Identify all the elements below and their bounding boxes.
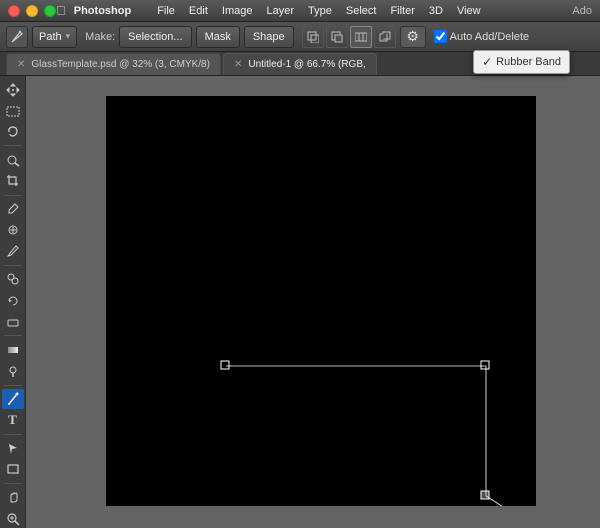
menu-edit[interactable]: Edit	[183, 3, 214, 19]
tab-close-glass[interactable]: ✕	[17, 59, 25, 70]
text-btn[interactable]: T	[2, 411, 24, 430]
quick-select-btn[interactable]	[2, 150, 24, 169]
toolbar-separator-6	[4, 434, 22, 435]
eraser-btn[interactable]	[2, 312, 24, 331]
canvas-area[interactable]	[26, 76, 600, 528]
pen-btn[interactable]	[2, 389, 24, 408]
dodge-btn[interactable]	[2, 361, 24, 380]
app-title: Photoshop	[74, 5, 131, 17]
main-area: T	[0, 76, 600, 528]
path-operations-group	[302, 26, 396, 48]
crop-btn[interactable]	[2, 172, 24, 191]
tab-label-glass: GlassTemplate.psd @ 32% (3, CMYK/8)	[31, 59, 210, 70]
rectangle-select-btn[interactable]	[2, 101, 24, 120]
rubber-band-popup: ✓ Rubber Band	[473, 50, 570, 74]
toolbar-separator-3	[4, 265, 22, 266]
rubber-band-checkmark: ✓	[482, 55, 492, 69]
path-subtract-icon[interactable]	[326, 26, 348, 48]
tab-untitled[interactable]: ✕ Untitled-1 @ 66.7% (RGB,	[223, 53, 377, 75]
path-combine-icon[interactable]	[374, 26, 396, 48]
canvas-document[interactable]	[106, 96, 536, 506]
toolbar: T	[0, 76, 26, 528]
menu-file[interactable]: File	[151, 3, 181, 19]
menu-3d[interactable]: 3D	[423, 3, 449, 19]
menu-layer[interactable]: Layer	[260, 3, 300, 19]
tab-close-untitled[interactable]: ✕	[234, 59, 242, 70]
rubber-band-label[interactable]: Rubber Band	[496, 56, 561, 68]
path-overlay	[106, 96, 536, 506]
make-label: Make:	[85, 31, 115, 43]
lasso-btn[interactable]	[2, 122, 24, 141]
gear-button[interactable]: ⚙	[400, 26, 426, 48]
menu-image[interactable]: Image	[216, 3, 259, 19]
apple-icon: 	[56, 3, 66, 18]
mask-button[interactable]: Mask	[196, 26, 240, 48]
path-add-icon[interactable]	[302, 26, 324, 48]
title-right-text: Ado	[572, 5, 592, 17]
eyedropper-btn[interactable]	[2, 200, 24, 219]
pen-tool-icon[interactable]	[6, 26, 28, 48]
shape-button[interactable]: Shape	[244, 26, 294, 48]
rect-shape-btn[interactable]	[2, 460, 24, 479]
menu-select[interactable]: Select	[340, 3, 383, 19]
zoom-btn[interactable]	[2, 509, 24, 528]
move-tool-btn[interactable]	[2, 80, 24, 99]
traffic-lights	[8, 5, 56, 17]
auto-add-delete-checkbox-label[interactable]: Auto Add/Delete	[434, 30, 530, 43]
heal-btn[interactable]	[2, 221, 24, 240]
minimize-button[interactable]	[26, 5, 38, 17]
titlebar:  Photoshop File Edit Image Layer Type S…	[0, 0, 600, 22]
maximize-button[interactable]	[44, 5, 56, 17]
path-intersect-icon[interactable]	[350, 26, 372, 48]
history-brush-btn[interactable]	[2, 291, 24, 310]
tab-glass-template[interactable]: ✕ GlassTemplate.psd @ 32% (3, CMYK/8)	[6, 53, 221, 75]
menu-type[interactable]: Type	[302, 3, 338, 19]
toolbar-separator-5	[4, 385, 22, 386]
close-button[interactable]	[8, 5, 20, 17]
gear-icon: ⚙	[406, 28, 419, 45]
auto-add-delete-checkbox[interactable]	[434, 30, 447, 43]
tab-label-untitled: Untitled-1 @ 66.7% (RGB,	[248, 59, 365, 70]
menu-view[interactable]: View	[451, 3, 487, 19]
selection-button[interactable]: Selection...	[119, 26, 191, 48]
options-bar: Path Make: Selection... Mask Shape	[0, 22, 600, 52]
hand-btn[interactable]	[2, 488, 24, 507]
path-dropdown[interactable]: Path	[32, 26, 77, 48]
menu-bar: File Edit Image Layer Type Select Filter…	[151, 3, 592, 19]
toolbar-separator-2	[4, 195, 22, 196]
toolbar-separator-4	[4, 335, 22, 336]
menu-filter[interactable]: Filter	[384, 3, 420, 19]
toolbar-separator-1	[4, 145, 22, 146]
toolbar-separator-7	[4, 483, 22, 484]
gradient-btn[interactable]	[2, 340, 24, 359]
path-select-btn[interactable]	[2, 439, 24, 458]
clone-btn[interactable]	[2, 270, 24, 289]
brush-btn[interactable]	[2, 242, 24, 261]
